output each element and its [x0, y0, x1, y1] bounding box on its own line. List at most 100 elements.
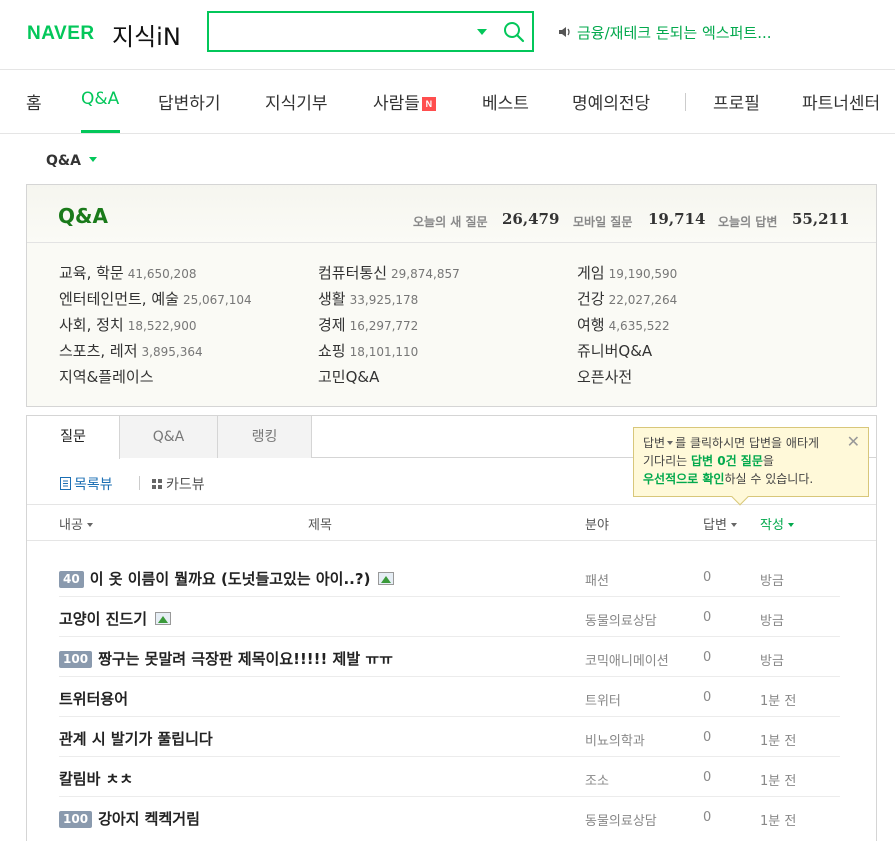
table-row[interactable]: 100 강아지 켁켁거림 동물의료상담 0 1분 전 — [59, 797, 840, 837]
answer-count: 0 — [703, 570, 712, 585]
category-count: 29,874,857 — [391, 267, 460, 281]
search-input[interactable] — [217, 20, 467, 44]
question-title: 칼림바 ㅊㅊ — [59, 770, 134, 788]
table-row[interactable]: 칼림바 ㅊㅊ 조소 0 1분 전 — [59, 757, 840, 797]
question-field[interactable]: 패션 — [585, 570, 609, 589]
nav-donate[interactable]: 지식기부 — [265, 89, 328, 114]
category-name: 사회, 정치 — [59, 316, 124, 334]
category-name: 교육, 학문 — [59, 264, 124, 282]
category-name: 게임 — [577, 264, 605, 282]
category-link[interactable]: 교육, 학문 41,650,208 — [59, 262, 196, 283]
question-title-link[interactable]: 100 강아지 켁켁거림 — [59, 808, 200, 829]
nav-people[interactable]: 사람들 N — [373, 89, 436, 114]
question-field[interactable]: 조소 — [585, 770, 609, 789]
stat-answers-value: 55,211 — [792, 210, 850, 228]
category-link[interactable]: 지역&플레이스 — [59, 366, 154, 387]
category-name: 생활 — [318, 290, 346, 308]
question-title-link[interactable]: 관계 시 발기가 풀립니다 — [59, 728, 213, 749]
chevron-down-icon — [86, 523, 93, 527]
question-time: 1분 전 — [760, 774, 797, 789]
question-title-link[interactable]: 칼림바 ㅊㅊ — [59, 768, 133, 789]
nav-best[interactable]: 베스트 — [482, 89, 529, 114]
nav-qa[interactable]: Q&A — [81, 89, 119, 109]
category-link[interactable]: 컴퓨터통신 29,874,857 — [318, 262, 460, 283]
category-name: 고민Q&A — [318, 368, 380, 386]
category-link[interactable]: 고민Q&A — [318, 366, 379, 387]
nav-hall-of-fame[interactable]: 명예의전당 — [572, 89, 650, 114]
category-link[interactable]: 스포츠, 레저 3,895,364 — [59, 340, 203, 361]
qa-summary-panel: Q&A 오늘의 새 질문 26,479 모바일 질문 19,714 오늘의 답변… — [26, 184, 877, 407]
category-dropdown-label: Q&A — [46, 153, 81, 169]
nav-partner-center[interactable]: 파트너센터 — [802, 89, 880, 114]
category-link[interactable]: 오픈사전 — [577, 366, 632, 387]
category-name: 엔터테인먼트, 예술 — [59, 290, 179, 308]
category-name: 여행 — [577, 316, 605, 334]
category-name: 쥬니버Q&A — [577, 342, 653, 360]
question-field[interactable]: 비뇨의학과 — [585, 730, 645, 749]
view-divider — [139, 476, 140, 490]
list-view-button[interactable]: 목록뷰 — [60, 474, 113, 494]
search-dropdown-arrow-icon[interactable] — [477, 29, 487, 35]
category-link[interactable]: 여행 4,635,522 — [577, 314, 670, 335]
tab-questions[interactable]: 질문 — [27, 416, 120, 459]
table-row[interactable]: 관계 시 발기가 풀립니다 비뇨의학과 0 1분 전 — [59, 717, 840, 757]
tab-ranking[interactable]: 랭킹 — [218, 416, 312, 458]
table-row[interactable]: 고양이 진드기 동물의료상담 0 방금 — [59, 597, 840, 637]
naver-logo[interactable]: NAVER — [27, 23, 95, 45]
table-row[interactable]: 40 이 옷 이름이 뭘까요 (도넛들고있는 아이..?) 패션 0 방금 — [59, 557, 840, 597]
question-title: 트위터용어 — [59, 690, 129, 708]
tooltip-text: 를 클릭하시면 답변을 애타게 — [675, 436, 820, 450]
points-badge: 40 — [59, 571, 84, 588]
nav-home[interactable]: 홈 — [26, 89, 42, 114]
category-link[interactable]: 쥬니버Q&A — [577, 340, 652, 361]
nav-answer[interactable]: 답변하기 — [158, 89, 221, 114]
stat-mobile-questions-value: 19,714 — [648, 210, 706, 228]
table-row[interactable]: 트위터용어 트위터 0 1분 전 — [59, 677, 840, 717]
question-title-link[interactable]: 트위터용어 — [59, 688, 128, 709]
qa-summary-header: Q&A 오늘의 새 질문 26,479 모바일 질문 19,714 오늘의 답변… — [27, 185, 876, 243]
category-dropdown[interactable]: Q&A — [46, 153, 97, 169]
notice-text: 금융/재테크 돈되는 엑스퍼트... — [577, 24, 772, 42]
question-field[interactable]: 코믹애니메이션 — [585, 650, 669, 669]
category-link[interactable]: 건강 22,027,264 — [577, 288, 677, 309]
category-link[interactable]: 경제 16,297,772 — [318, 314, 418, 335]
card-view-button[interactable]: 카드뷰 — [152, 474, 205, 494]
notice-link[interactable]: 금융/재테크 돈되는 엑스퍼트... — [557, 22, 772, 43]
tooltip-highlight: 우선적으로 확인 — [643, 472, 725, 486]
search-box — [207, 11, 534, 52]
column-answers-label: 답변 — [703, 518, 727, 533]
category-link[interactable]: 생활 33,925,178 — [318, 288, 418, 309]
question-title-link[interactable]: 100 짱구는 못말려 극장판 제목이요!!!!! 제발 ㅠㅠ — [59, 648, 393, 669]
category-name: 쇼핑 — [318, 342, 346, 360]
question-title-link[interactable]: 고양이 진드기 — [59, 608, 172, 629]
tab-qa[interactable]: Q&A — [120, 416, 218, 458]
category-count: 4,635,522 — [608, 319, 670, 333]
table-row[interactable]: 100 짱구는 못말려 극장판 제목이요!!!!! 제발 ㅠㅠ 코믹애니메이션 0… — [59, 637, 840, 677]
question-field[interactable]: 동물의료상담 — [585, 610, 657, 629]
category-link[interactable]: 엔터테인먼트, 예술 25,067,104 — [59, 288, 252, 309]
sort-time-button[interactable]: 작성 — [760, 514, 794, 533]
answer-count: 0 — [703, 770, 712, 785]
column-points-label: 내공 — [59, 518, 83, 533]
tooltip-text: 답변 — [643, 436, 666, 450]
question-title-link[interactable]: 40 이 옷 이름이 뭘까요 (도넛들고있는 아이..?) — [59, 568, 395, 589]
category-count: 19,190,590 — [608, 267, 678, 281]
sort-answers-button[interactable]: 답변 — [703, 514, 737, 533]
category-link[interactable]: 사회, 정치 18,522,900 — [59, 314, 196, 335]
category-link[interactable]: 게임 19,190,590 — [577, 262, 677, 283]
answer-count: 0 — [703, 730, 712, 745]
question-field[interactable]: 동물의료상담 — [585, 810, 657, 829]
question-time: 1분 전 — [760, 694, 797, 709]
category-count: 25,067,104 — [182, 293, 252, 307]
nav-profile[interactable]: 프로필 — [713, 89, 760, 114]
category-link[interactable]: 쇼핑 18,101,110 — [318, 340, 418, 361]
search-icon[interactable] — [502, 20, 526, 44]
points-badge: 100 — [59, 651, 93, 668]
question-field[interactable]: 트위터 — [585, 690, 621, 709]
close-icon[interactable]: ✕ — [847, 434, 860, 450]
column-title: 제목 — [308, 518, 332, 533]
kin-logo[interactable]: 지식iN — [112, 17, 181, 52]
category-name: 건강 — [577, 290, 605, 308]
sort-points-button[interactable]: 내공 — [59, 514, 93, 533]
tooltip-highlight: 답변 0건 질문 — [690, 454, 763, 468]
